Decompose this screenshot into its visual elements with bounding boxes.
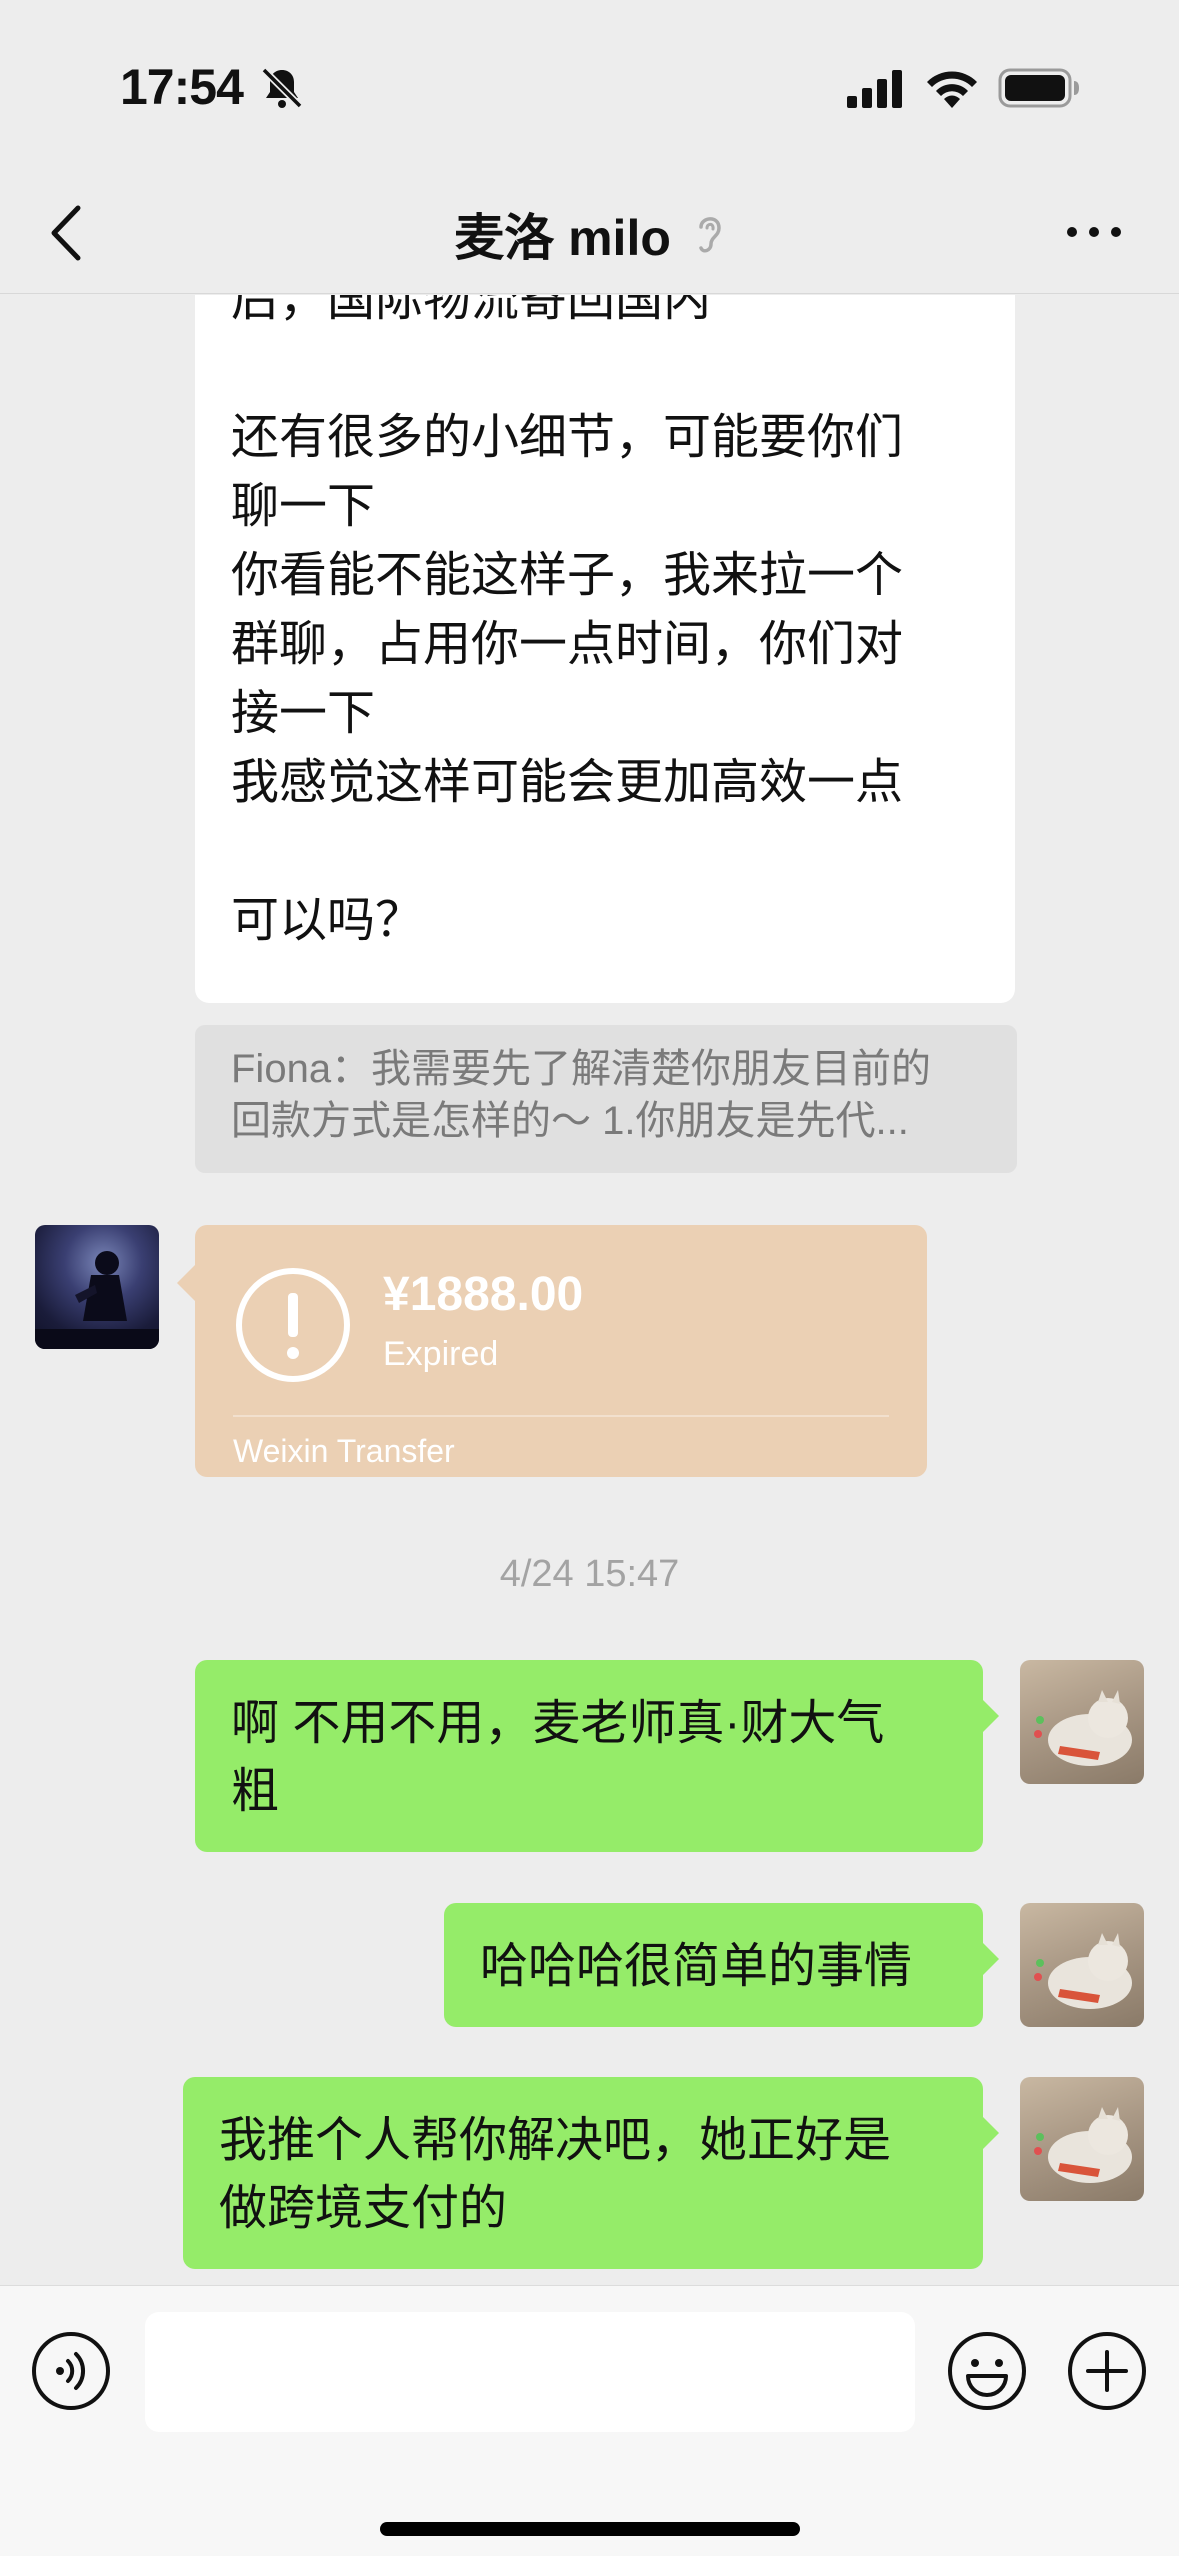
voice-icon[interactable]	[30, 2330, 112, 2412]
quote-line: 回款方式是怎样的～ 1.你朋友是先代...	[231, 1099, 909, 1143]
quoted-message[interactable]: Fiona：我需要先了解清楚你朋友目前的 回款方式是怎样的～ 1.你朋友是先代.…	[195, 1025, 1017, 1173]
my-avatar[interactable]	[1020, 1660, 1144, 1784]
message-line: 做跨境支付的	[219, 2182, 508, 2235]
chat-screen: 17:54 麦洛 milo 后，国际物流寄回国内 还有很多的小细节，可能要你们 …	[0, 0, 1179, 2556]
message-line: 粗	[231, 1765, 280, 1818]
message-line: 聊一下	[231, 480, 376, 533]
wifi-icon	[927, 71, 977, 108]
input-bar	[0, 2285, 1179, 2556]
plus-icon[interactable]	[1066, 2330, 1148, 2412]
outgoing-message-bubble[interactable]: 哈哈哈很简单的事情	[444, 1903, 999, 2027]
avatar-cat-figure	[1034, 1933, 1132, 2009]
transfer-footer: Weixin Transfer	[233, 1433, 455, 1469]
chat-title: 麦洛 milo	[454, 210, 671, 266]
message-line: 可以吗？	[231, 894, 424, 947]
message-line: 我感觉这样可能会更加高效一点	[231, 756, 904, 809]
nav-bar: 麦洛 milo	[0, 170, 1179, 294]
transfer-amount: ¥1888.00	[383, 1268, 584, 1321]
message-line: 我推个人帮你解决吧，她正好是	[219, 2114, 892, 2167]
message-line: 还有很多的小细节，可能要你们	[231, 411, 904, 464]
avatar-cat-figure	[1034, 2107, 1132, 2183]
transfer-tail	[177, 1265, 195, 1301]
message-input[interactable]	[145, 2312, 915, 2432]
message-timestamp: 4/24 15:47	[499, 1553, 680, 1595]
my-avatar[interactable]	[1020, 1903, 1144, 2027]
transfer-divider	[233, 1415, 889, 1417]
avatar-figure	[35, 1251, 159, 1349]
chat-messages: 后，国际物流寄回国内 还有很多的小细节，可能要你们 聊一下 你看能不能这样子，我…	[0, 295, 1179, 2285]
ear-icon	[699, 217, 721, 253]
cellular-signal-icon	[847, 70, 902, 108]
outgoing-message-bubble[interactable]: 啊 不用不用，麦老师真·财大气 粗	[195, 1660, 999, 1852]
message-line: 哈哈哈很简单的事情	[480, 1940, 913, 1993]
status-time: 17:54	[120, 59, 244, 115]
transfer-card[interactable]: ¥1888.00 Expired Weixin Transfer	[177, 1225, 927, 1477]
message-line: 后，国际物流寄回国内	[231, 295, 712, 326]
more-icon[interactable]	[1064, 220, 1124, 244]
my-avatar[interactable]	[1020, 2077, 1144, 2201]
message-line: 接一下	[231, 687, 376, 740]
contact-avatar[interactable]	[35, 1225, 159, 1349]
bubble-tail	[983, 1943, 999, 1975]
exclamation-circle-icon	[236, 1268, 350, 1382]
quote-line: Fiona：我需要先了解清楚你朋友目前的	[231, 1047, 932, 1091]
home-indicator	[380, 2522, 800, 2536]
message-line: 群聊，占用你一点时间，你们对	[231, 618, 904, 671]
nav-title-group: 麦洛 milo	[0, 198, 1179, 270]
outgoing-message-bubble[interactable]: 我推个人帮你解决吧，她正好是 做跨境支付的	[183, 2077, 999, 2269]
avatar-cat-figure	[1034, 1690, 1132, 1766]
message-line: 啊 不用不用，麦老师真·财大气	[231, 1697, 885, 1750]
incoming-message-bubble[interactable]: 后，国际物流寄回国内 还有很多的小细节，可能要你们 聊一下 你看能不能这样子，我…	[195, 295, 1015, 1003]
bubble-tail	[983, 2117, 999, 2149]
battery-icon	[998, 68, 1079, 108]
transfer-status: Expired	[383, 1335, 499, 1373]
emoji-icon[interactable]	[946, 2330, 1028, 2412]
bubble-tail	[983, 1700, 999, 1732]
bell-slash-icon	[261, 67, 303, 109]
status-bar: 17:54	[0, 0, 1179, 170]
message-line: 你看能不能这样子，我来拉一个	[231, 549, 904, 602]
